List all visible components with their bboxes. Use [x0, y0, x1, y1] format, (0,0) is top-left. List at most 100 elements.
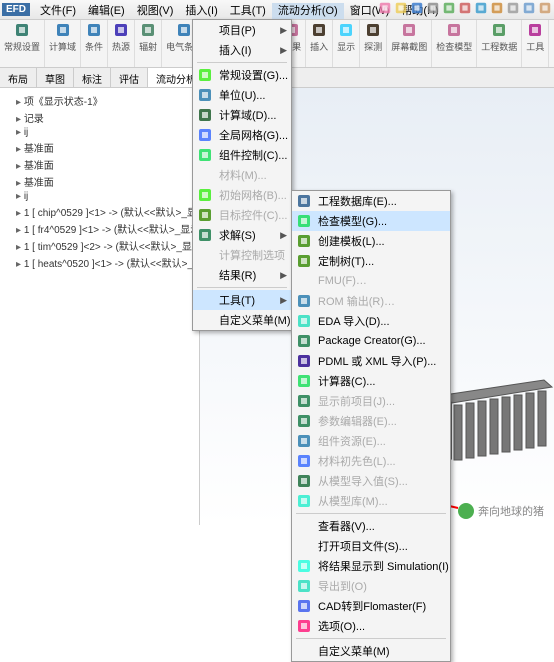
check-icon[interactable]: [446, 22, 462, 38]
sketch-icon[interactable]: [522, 1, 536, 15]
save-icon[interactable]: [410, 1, 424, 15]
menu-item[interactable]: 组件控制(C)...: [193, 145, 291, 165]
param-icon: [296, 413, 312, 429]
print-icon[interactable]: [426, 1, 440, 15]
menu-item[interactable]: PDML 或 XML 导入(P)...: [292, 351, 450, 371]
menu-2[interactable]: 视图(V): [131, 3, 180, 19]
menu-item[interactable]: 定制树(T)...: [292, 251, 450, 271]
menu-item-label: 求解(S): [219, 227, 256, 243]
bolt-icon[interactable]: [176, 22, 192, 38]
menu-item-label: 结果(R): [219, 267, 256, 283]
menu-item[interactable]: 创建模板(L)...: [292, 231, 450, 251]
menu-item-label: 定制树(T)...: [318, 253, 374, 269]
opt-icon: [296, 618, 312, 634]
menu-item[interactable]: 自定义菜单(M): [193, 310, 291, 330]
menu-0[interactable]: 文件(F): [34, 3, 82, 19]
db-icon[interactable]: [491, 22, 507, 38]
menu-item[interactable]: 计算域(D)...: [193, 105, 291, 125]
rebuild-icon[interactable]: [474, 1, 488, 15]
feature-tree[interactable]: 项《显示状态-1》记录ij基准面基准面基准面ij1 [ chip^0529 ]<…: [0, 88, 200, 525]
menu-item[interactable]: 将结果显示到 Simulation(I): [292, 556, 450, 576]
menu-item-label: 材料(M)...: [219, 167, 267, 183]
box-icon[interactable]: [55, 22, 71, 38]
xml-icon: [296, 353, 312, 369]
menu-item[interactable]: EDA 导入(D)...: [292, 311, 450, 331]
select-icon[interactable]: [506, 1, 520, 15]
sim-icon: [296, 558, 312, 574]
menu-item-label: CAD转到Flomaster(F): [318, 598, 426, 614]
sun-icon[interactable]: [140, 22, 156, 38]
toolbar-label: 工具: [526, 40, 544, 53]
tree-node[interactable]: 1 [ chip^0529 ]<1> -> (默认<<默认>_显示状态 1>): [4, 203, 195, 220]
tree-node[interactable]: 1 [ heats^0520 ]<1> -> (默认<<默认>_显示状态 1>): [4, 254, 195, 271]
toolbar-group: 显示: [333, 20, 360, 67]
tab-1[interactable]: 草图: [37, 68, 74, 87]
menu-item[interactable]: 计算器(C)...: [292, 371, 450, 391]
toolbar-label: 插入: [310, 40, 328, 53]
tools-submenu[interactable]: 工程数据库(E)...检查模型(G)...创建模板(L)... 定制树(T)...…: [291, 190, 451, 662]
flo-icon: [296, 598, 312, 614]
submenu-arrow-icon: ▶: [280, 270, 287, 281]
quick-access-toolbar: [378, 1, 552, 15]
tree-node[interactable]: 项《显示状态-1》: [4, 92, 195, 109]
menu-item[interactable]: 工程数据库(E)...: [292, 191, 450, 211]
menu-4[interactable]: 工具(T): [224, 3, 272, 19]
tree-node[interactable]: 1 [ fr4^0529 ]<1> -> (默认<<默认>_显示状态 1>): [4, 220, 195, 237]
menu-item[interactable]: 全局网格(G)...: [193, 125, 291, 145]
menu-item[interactable]: 项目(P)▶: [193, 20, 291, 40]
eye-icon[interactable]: [338, 22, 354, 38]
menu-item[interactable]: 自定义菜单(M): [292, 641, 450, 661]
menu-item-label: 单位(U)...: [219, 87, 265, 103]
gear-icon[interactable]: [14, 22, 30, 38]
plus-icon[interactable]: [311, 22, 327, 38]
options-icon[interactable]: [490, 1, 504, 15]
menu-item[interactable]: 求解(S)▶: [193, 225, 291, 245]
tab-2[interactable]: 标注: [74, 68, 111, 87]
menu-item[interactable]: 单位(U)...: [193, 85, 291, 105]
tree-node[interactable]: 基准面: [4, 156, 195, 173]
menu-item[interactable]: 插入(I)▶: [193, 40, 291, 60]
menu-item-label: 导出到(O): [318, 578, 367, 594]
menu-1[interactable]: 编辑(E): [82, 3, 131, 19]
tree-node[interactable]: ij: [4, 126, 195, 139]
new-icon[interactable]: [378, 1, 392, 15]
menu-item: 计算控制选项: [193, 245, 291, 265]
mesh-icon: [197, 127, 213, 143]
menu-item[interactable]: 选项(O)...: [292, 616, 450, 636]
tree-node[interactable]: 1 [ tim^0529 ]<2> -> (默认<<默认>_显示状态 1>): [4, 237, 195, 254]
menu-item[interactable]: 常规设置(G)...: [193, 65, 291, 85]
menu-item[interactable]: CAD转到Flomaster(F): [292, 596, 450, 616]
menu-item: 导出到(O): [292, 576, 450, 596]
tree-node[interactable]: 基准面: [4, 173, 195, 190]
menu-3[interactable]: 插入(I): [179, 3, 223, 19]
cam-icon[interactable]: [401, 22, 417, 38]
flow-analysis-menu[interactable]: 项目(P)▶插入(I)▶ 常规设置(G)... 单位(U)... 计算域(D)...全…: [192, 19, 292, 331]
menu-item[interactable]: 打开项目文件(S)...: [292, 536, 450, 556]
menu-item[interactable]: 结果(R) ▶: [193, 265, 291, 285]
grid-icon: [197, 187, 213, 203]
tab-0[interactable]: 布局: [0, 68, 37, 87]
tree-node[interactable]: 基准面: [4, 139, 195, 156]
bc-icon[interactable]: [86, 22, 102, 38]
redo-icon[interactable]: [458, 1, 472, 15]
flame-icon[interactable]: [113, 22, 129, 38]
menu-item[interactable]: 检查模型(G)...: [292, 211, 450, 231]
app-logo: EFD: [2, 3, 30, 16]
tree-node[interactable]: ij: [4, 190, 195, 203]
menu-5[interactable]: 流动分析(O): [272, 3, 344, 19]
undo-icon[interactable]: [442, 1, 456, 15]
wrench-icon[interactable]: [527, 22, 543, 38]
toolbar-group: 辐射: [135, 20, 162, 67]
tab-3[interactable]: 评估: [111, 68, 148, 87]
probe-icon[interactable]: [365, 22, 381, 38]
rom-icon: [296, 293, 312, 309]
menu-item: 参数编辑器(E)...: [292, 411, 450, 431]
open-icon[interactable]: [394, 1, 408, 15]
calc-icon: [296, 373, 312, 389]
menu-item[interactable]: 工具(T)▶: [193, 290, 291, 310]
check-model-icon[interactable]: [538, 1, 552, 15]
menu-item[interactable]: Package Creator(G)...: [292, 331, 450, 351]
menu-item[interactable]: 查看器(V)...: [292, 516, 450, 536]
tree-node[interactable]: 记录: [4, 109, 195, 126]
toolbar-group: 屏幕截图: [387, 20, 432, 67]
